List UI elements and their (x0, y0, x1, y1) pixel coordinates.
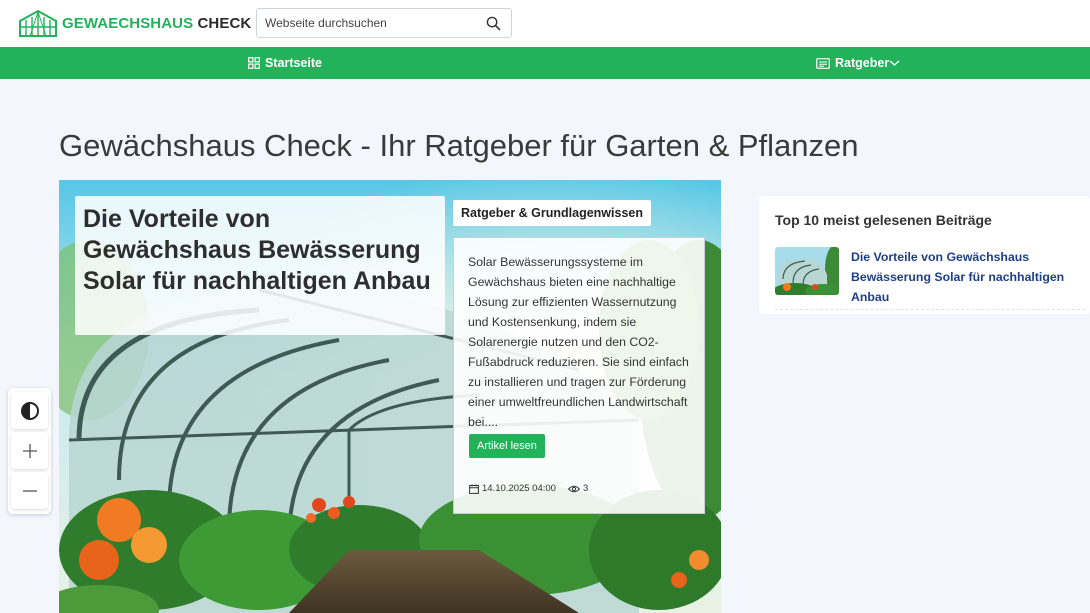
zoom-in-button[interactable] (11, 432, 48, 469)
greenhouse-icon (19, 9, 57, 37)
page-title: Gewächshaus Check - Ihr Ratgeber für Gar… (59, 128, 859, 163)
main-navigation: Startseite Ratgeber (0, 47, 1090, 79)
calendar-icon (469, 483, 479, 494)
article-excerpt-card: Solar Bewässerungssysteme im Gewächshaus… (453, 237, 705, 514)
eye-icon (567, 485, 580, 492)
nav-item-startseite[interactable]: Startseite (248, 47, 322, 79)
logo-text-dark: CHECK (197, 14, 252, 32)
accessibility-toolbar (8, 388, 51, 514)
article-date: 14.10.2025 04:00 (482, 483, 556, 494)
hero-article-title[interactable]: Die Vorteile von Gewächshaus Bewässerung… (83, 204, 437, 297)
site-header: GEWAECHSHAUS CHECK (0, 0, 1090, 47)
nav-label-ratgeber: Ratgeber (835, 56, 890, 70)
read-article-button[interactable]: Artikel lesen (469, 434, 545, 458)
search-box (256, 8, 512, 38)
category-badge[interactable]: Ratgeber & Grundlagenwissen (453, 200, 651, 226)
hero-article: Die Vorteile von Gewächshaus Bewässerung… (59, 180, 721, 613)
zoom-out-button[interactable] (11, 472, 48, 509)
article-meta: 14.10.2025 04:00 3 (469, 483, 588, 494)
newspaper-icon (816, 57, 830, 69)
contrast-icon (20, 401, 39, 420)
top-posts-widget: Top 10 meist gelesenen Beiträge Die Vort… (759, 196, 1090, 314)
top-posts-title: Top 10 meist gelesenen Beiträge (775, 212, 992, 228)
contrast-button[interactable] (11, 392, 48, 429)
grid-icon (248, 57, 260, 69)
top-post-link[interactable]: Die Vorteile von Gewächshaus Bewässerung… (851, 247, 1083, 307)
divider (775, 309, 1085, 310)
chevron-down-icon (889, 60, 900, 66)
zoom-in-icon (22, 443, 37, 458)
top-post-item[interactable]: Die Vorteile von Gewächshaus Bewässerung… (775, 247, 1085, 307)
article-views: 3 (582, 483, 589, 494)
logo-text-green: GEWAECHSHAUS (62, 14, 194, 32)
hero-title-box: Die Vorteile von Gewächshaus Bewässerung… (75, 196, 445, 335)
article-excerpt: Solar Bewässerungssysteme im Gewächshaus… (468, 255, 689, 429)
nav-label-startseite: Startseite (265, 56, 322, 70)
search-icon[interactable] (486, 16, 501, 36)
logo-wordmark: GEWAECHSHAUS CHECK (62, 15, 251, 32)
nav-item-ratgeber[interactable]: Ratgeber (816, 47, 900, 79)
zoom-out-icon (22, 489, 37, 492)
site-logo[interactable]: GEWAECHSHAUS CHECK (18, 9, 251, 37)
search-input[interactable] (257, 9, 472, 37)
top-post-thumbnail[interactable] (775, 247, 839, 295)
